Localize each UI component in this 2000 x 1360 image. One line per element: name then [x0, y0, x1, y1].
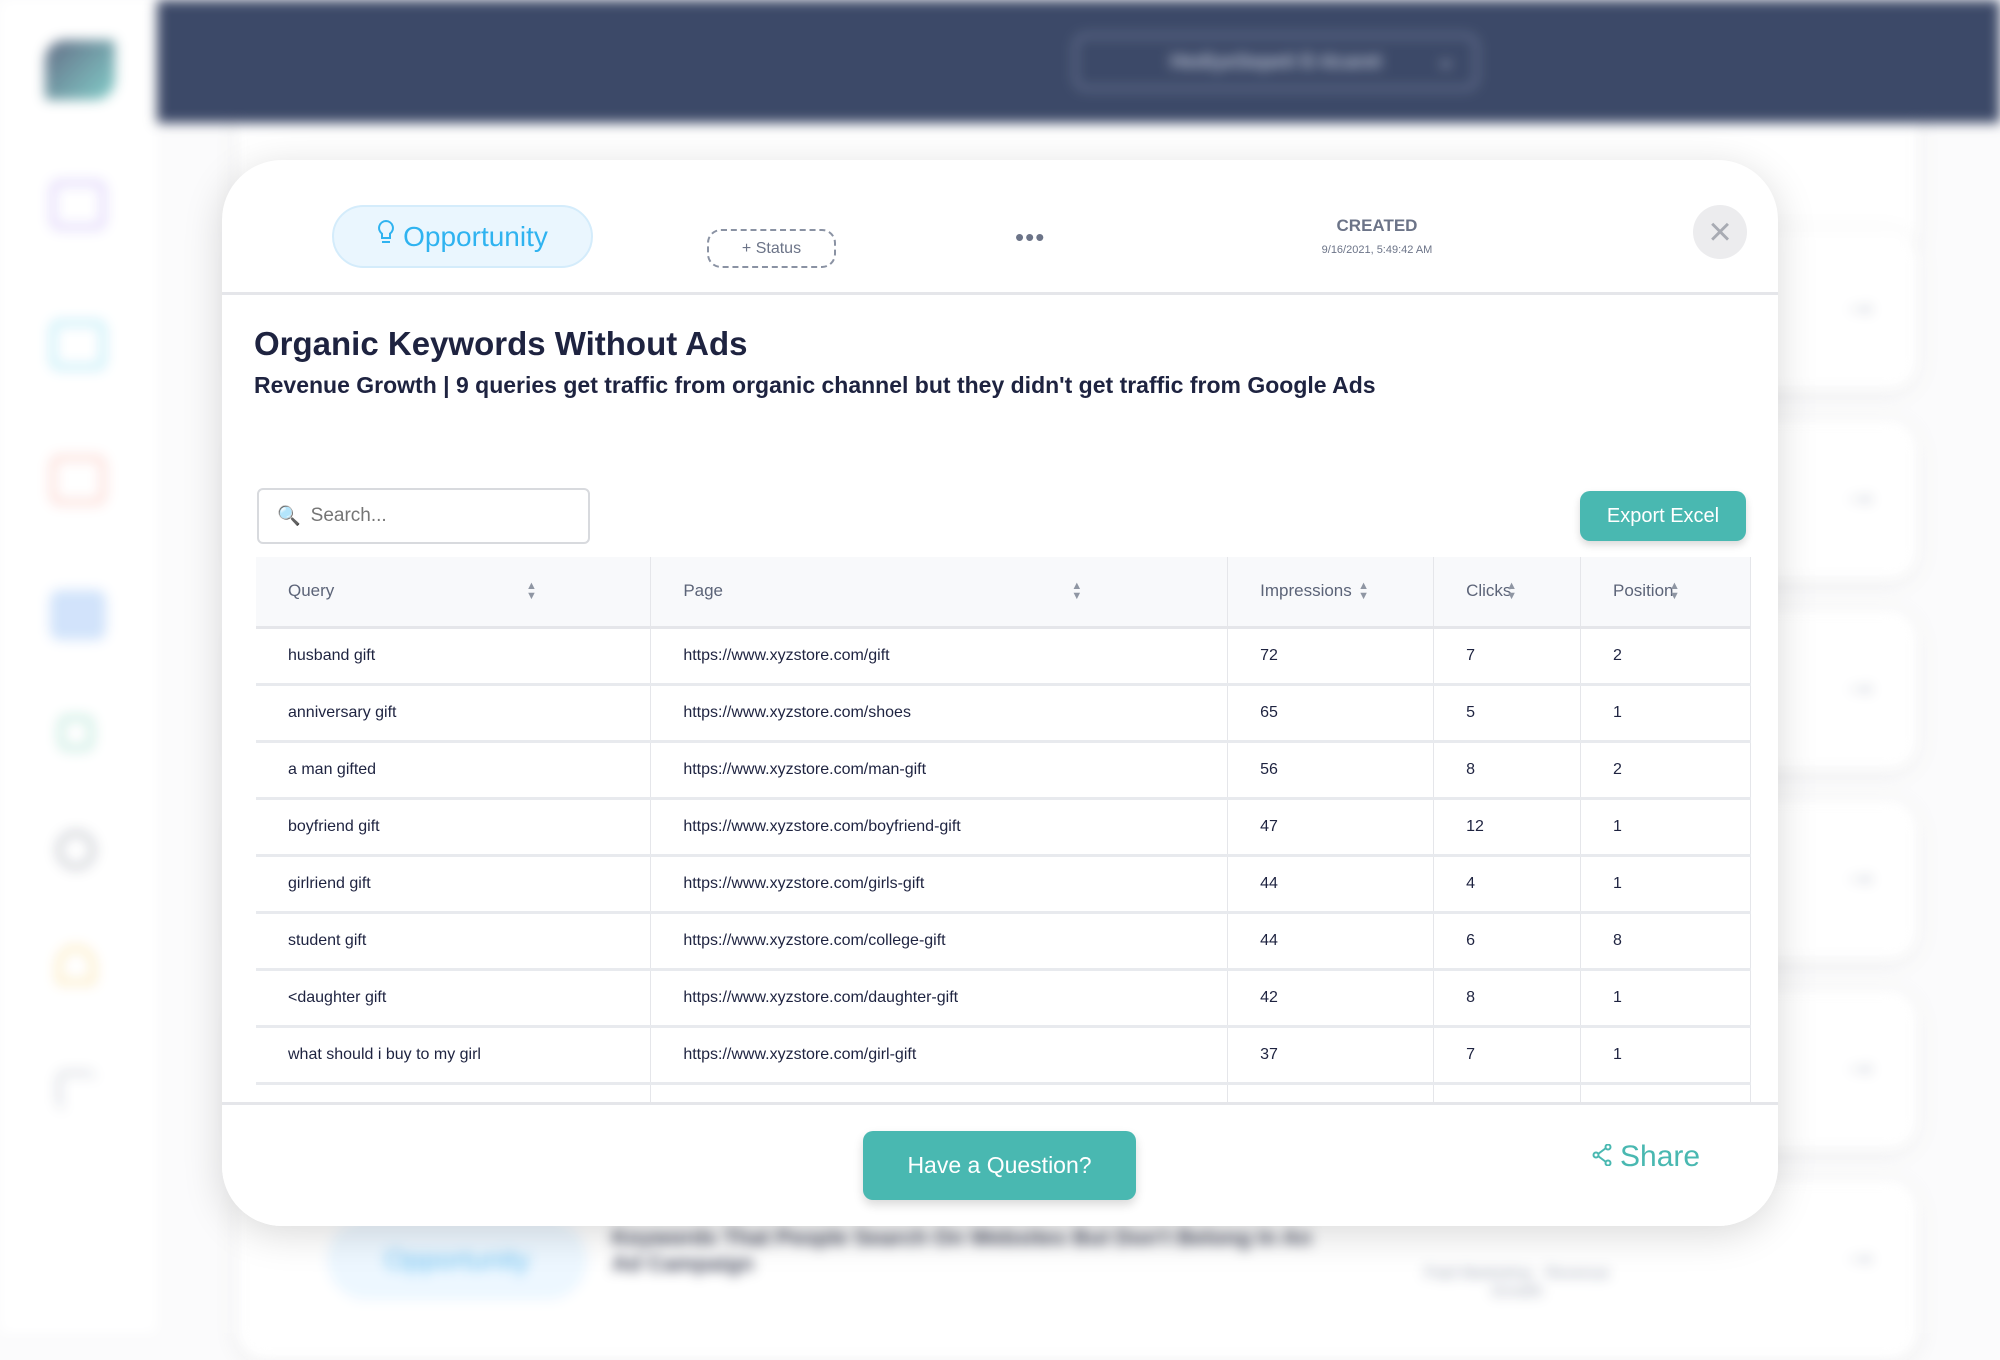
share-icon: [1592, 1140, 1612, 1174]
have-a-question-button[interactable]: Have a Question?: [863, 1131, 1136, 1200]
column-header-position[interactable]: Position ▲ ▼: [1580, 557, 1751, 629]
cell-position: 1: [1580, 684, 1751, 743]
column-header-impressions[interactable]: Impressions ▲ ▼: [1227, 557, 1435, 629]
cell-position: 1: [1580, 798, 1751, 857]
search-icon: 🔍: [277, 506, 301, 527]
cell-page: https://www.xyzstore.com/shoes: [650, 684, 1229, 743]
search-input[interactable]: [310, 505, 571, 527]
table-row: <daughter gift https://www.xyzstore.com/d…: [256, 969, 1751, 1028]
table-row: what should i buy to my girl https://www.…: [256, 1026, 1751, 1085]
column-header-page[interactable]: Page ▲ ▼: [650, 557, 1229, 629]
table-row: boyfriend gift https://www.xyzstore.com/b…: [256, 798, 1751, 857]
sort-icon[interactable]: ▲ ▼: [1358, 581, 1369, 602]
sort-icon[interactable]: ▲ ▼: [1669, 581, 1680, 602]
cell-impressions: 42: [1227, 969, 1435, 1028]
cell-query: student gift: [256, 912, 652, 971]
cell-position: 2: [1580, 627, 1751, 686]
more-options-button[interactable]: •••: [1015, 222, 1045, 253]
badge-label: Opportunity: [403, 220, 548, 252]
cell-clicks: 7: [1433, 1026, 1582, 1085]
cell-impressions: 65: [1227, 684, 1435, 743]
share-button[interactable]: Share: [1592, 1140, 1700, 1174]
lightbulb-icon: [377, 219, 395, 254]
add-status-button[interactable]: + Status: [707, 229, 836, 268]
column-header-query[interactable]: Query ▲ ▼: [256, 557, 652, 629]
column-label: Impressions: [1260, 581, 1352, 601]
cell-page: https://www.xyzstore.com/girl-gift: [650, 1026, 1229, 1085]
column-header-clicks[interactable]: Clicks ▲ ▼: [1433, 557, 1582, 629]
column-label: Query: [288, 581, 335, 601]
page-subtitle: Revenue Growth | 9 queries get traffic f…: [254, 372, 1376, 398]
table-row: student gift https://www.xyzstore.com/col…: [256, 912, 1751, 971]
export-excel-button[interactable]: Export Excel: [1580, 491, 1746, 541]
sort-icon[interactable]: ▲ ▼: [1071, 581, 1082, 602]
keywords-table: Query ▲ ▼ Page ▲ ▼ Impressions ▲ ▼ Clicks ▲ ▼ Positi…: [256, 557, 1751, 1142]
cell-clicks: 6: [1433, 912, 1582, 971]
cell-page: https://www.xyzstore.com/college-gift: [650, 912, 1229, 971]
cell-clicks: 4: [1433, 855, 1582, 914]
cell-impressions: 37: [1227, 1026, 1435, 1085]
cell-query: boyfriend gift: [256, 798, 652, 857]
cell-page: https://www.xyzstore.com/gift: [650, 627, 1229, 686]
column-label: Position: [1613, 581, 1674, 601]
cell-query: <daughter gift: [256, 969, 652, 1028]
created-date: 9/16/2021, 5:49:42 AM: [1321, 244, 1433, 256]
cell-position: 1: [1580, 969, 1751, 1028]
column-label: Clicks: [1466, 581, 1512, 601]
cell-clicks: 5: [1433, 684, 1582, 743]
close-icon: ×: [1708, 210, 1732, 254]
cell-page: https://www.xyzstore.com/man-gift: [650, 741, 1229, 800]
opportunity-badge: Opportunity: [332, 205, 593, 268]
modal-header: Opportunity + Status ••• CREATED 9/16/20…: [222, 160, 1778, 295]
cell-position: 1: [1580, 1026, 1751, 1085]
cell-query: what should i buy to my girl: [256, 1026, 652, 1085]
cell-query: husband gift: [256, 627, 652, 686]
cell-impressions: 72: [1227, 627, 1435, 686]
cell-clicks: 8: [1433, 969, 1582, 1028]
cell-page: https://www.xyzstore.com/boyfriend-gift: [650, 798, 1229, 857]
cell-impressions: 44: [1227, 912, 1435, 971]
cell-query: a man gifted: [256, 741, 652, 800]
share-label: Share: [1620, 1140, 1701, 1173]
cell-position: 8: [1580, 912, 1751, 971]
cell-clicks: 7: [1433, 627, 1582, 686]
insight-modal: Opportunity + Status ••• CREATED 9/16/20…: [222, 160, 1778, 1226]
table-row: anniversary gift https://www.xyzstore.com…: [256, 684, 1751, 743]
cell-impressions: 44: [1227, 855, 1435, 914]
created-info: CREATED 9/16/2021, 5:49:42 AM: [1302, 216, 1452, 256]
sort-icon[interactable]: ▲ ▼: [526, 581, 537, 602]
cell-position: 1: [1580, 855, 1751, 914]
table-row: a man gifted https://www.xyzstore.com/man…: [256, 741, 1751, 800]
close-button[interactable]: ×: [1693, 205, 1747, 259]
cell-page: https://www.xyzstore.com/daughter-gift: [650, 969, 1229, 1028]
modal-footer: Have a Question? Share: [222, 1102, 1778, 1226]
cell-position: 2: [1580, 741, 1751, 800]
created-label: CREATED: [1336, 216, 1418, 235]
cell-clicks: 12: [1433, 798, 1582, 857]
sort-icon[interactable]: ▲ ▼: [1506, 581, 1517, 602]
cell-query: anniversary gift: [256, 684, 652, 743]
cell-page: https://www.xyzstore.com/girls-gift: [650, 855, 1229, 914]
column-label: Page: [683, 581, 724, 601]
search-field[interactable]: 🔍: [257, 488, 590, 544]
table-row: husband gift https://www.xyzstore.com/gif…: [256, 627, 1751, 686]
cell-impressions: 47: [1227, 798, 1435, 857]
page-title: Organic Keywords Without Ads: [254, 325, 748, 362]
table-row: girlriend gift https://www.xyzstore.com/g…: [256, 855, 1751, 914]
cell-impressions: 56: [1227, 741, 1435, 800]
cell-query: girlriend gift: [256, 855, 652, 914]
cell-clicks: 8: [1433, 741, 1582, 800]
